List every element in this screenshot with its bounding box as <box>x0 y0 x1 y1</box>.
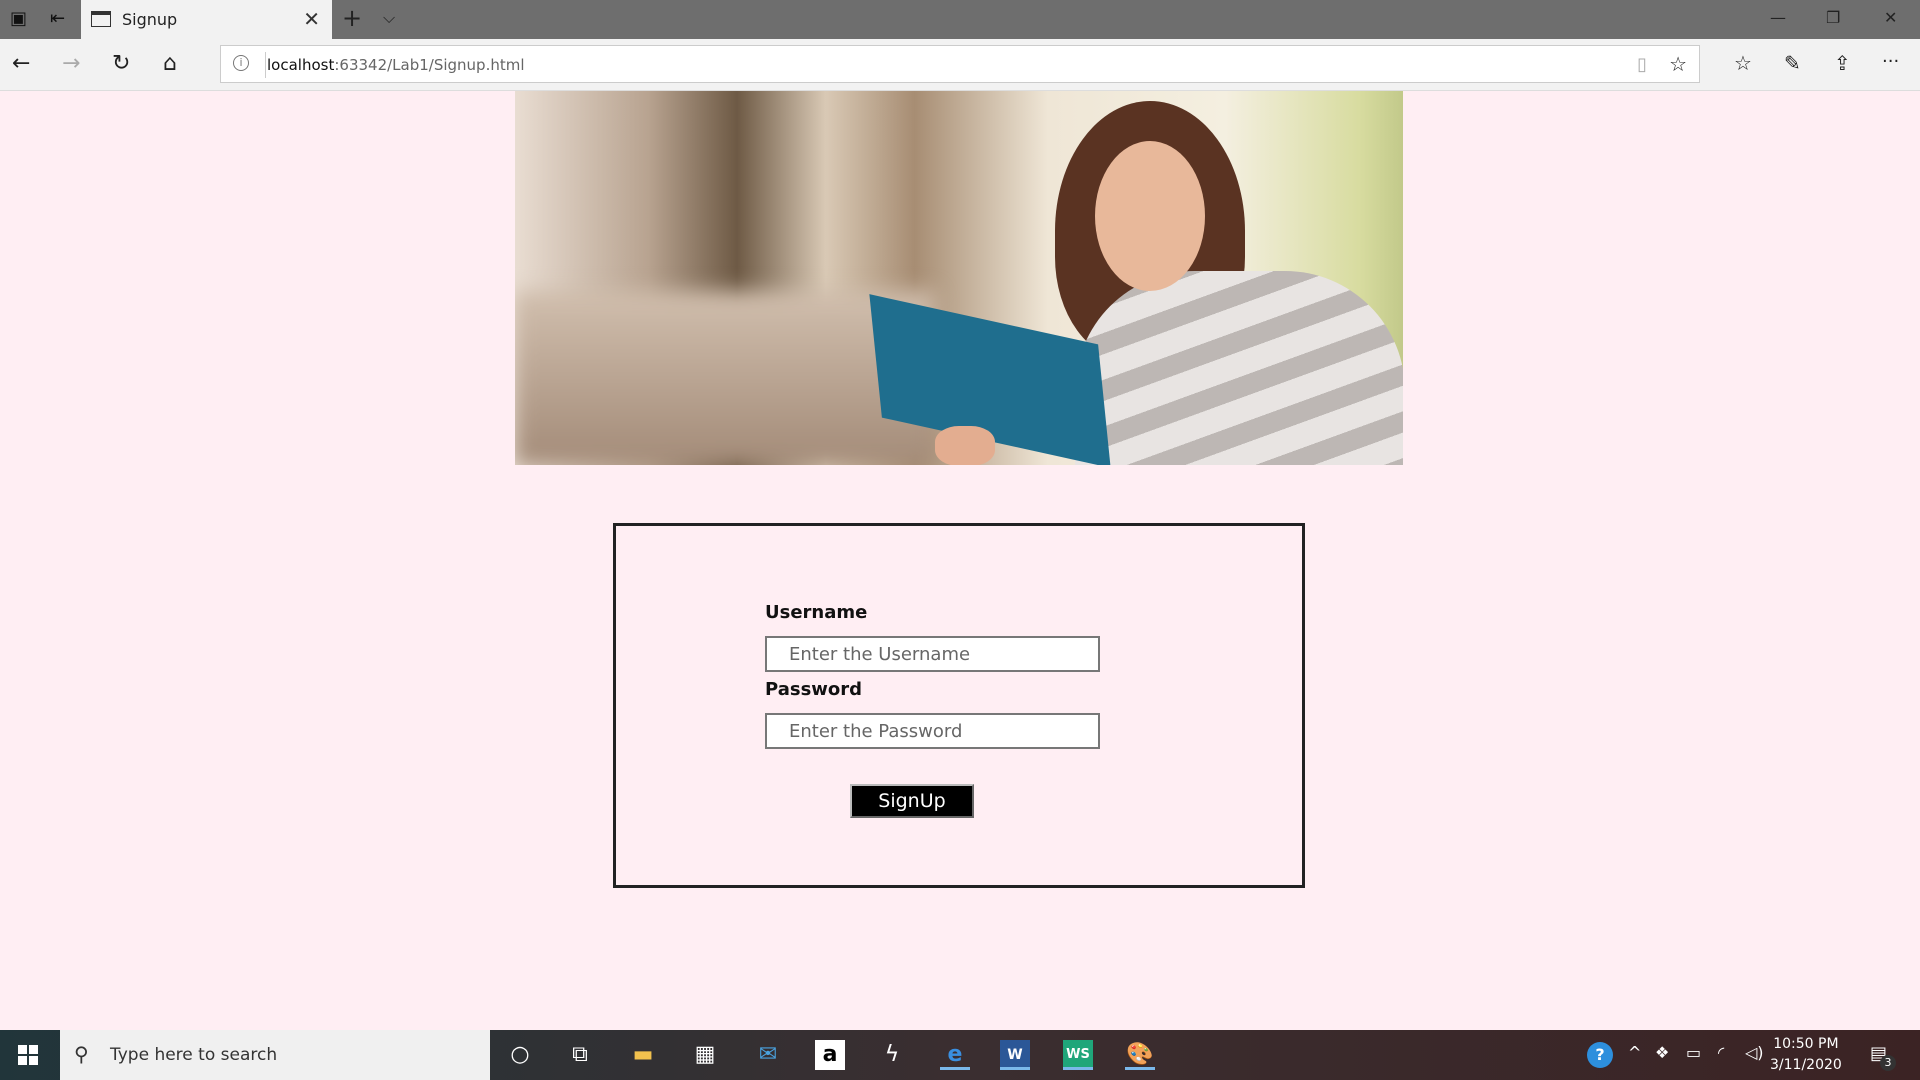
chevron-down-icon[interactable]: ⌵ <box>383 8 395 28</box>
reading-view-icon[interactable]: ▯ <box>1637 54 1647 75</box>
username-input[interactable] <box>765 636 1100 672</box>
info-icon[interactable]: i <box>233 55 249 71</box>
clock[interactable]: 10:50 PM 3/11/2020 <box>1770 1034 1842 1076</box>
more-icon[interactable]: ··· <box>1882 51 1899 72</box>
volume-icon[interactable]: ◁) <box>1745 1043 1764 1062</box>
word-icon[interactable]: W <box>1000 1040 1030 1070</box>
minimize-icon[interactable]: — <box>1770 8 1786 27</box>
photo-sweater <box>1075 271 1403 465</box>
dropbox-icon[interactable]: ❖ <box>1655 1043 1669 1062</box>
signup-button[interactable]: SignUp <box>850 784 974 818</box>
notification-count: 3 <box>1880 1055 1896 1071</box>
cortana-icon[interactable]: ○ <box>505 1040 535 1070</box>
tab-preview-icon[interactable]: ⇤ <box>50 8 65 29</box>
file-explorer-icon[interactable]: ▬ <box>628 1040 658 1070</box>
back-icon[interactable]: ← <box>12 51 30 76</box>
edge-icon[interactable]: e <box>940 1040 970 1070</box>
browser-toolbar: ← → ↻ ⌂ i localhost:63342/Lab1/Signup.ht… <box>0 39 1920 91</box>
photo-face <box>1095 141 1205 291</box>
close-tab-icon[interactable]: ✕ <box>303 7 320 31</box>
divider <box>265 52 266 78</box>
search-placeholder: Type here to search <box>110 1045 278 1065</box>
password-input[interactable] <box>765 713 1100 749</box>
signup-form: Username Password SignUp <box>613 523 1305 888</box>
taskbar-search[interactable]: ⚲ Type here to search <box>60 1030 490 1080</box>
store-icon[interactable]: ▦ <box>690 1040 720 1070</box>
windows-start-icon[interactable] <box>18 1045 38 1065</box>
webstorm-icon[interactable]: WS <box>1063 1040 1093 1070</box>
forward-icon[interactable]: → <box>62 51 80 76</box>
url-text: localhost:63342/Lab1/Signup.html <box>267 56 525 74</box>
close-window-icon[interactable]: ✕ <box>1884 8 1897 27</box>
tab-signup[interactable]: Signup ✕ <box>81 0 332 39</box>
home-icon[interactable]: ⌂ <box>163 51 177 76</box>
new-tab-icon[interactable]: + <box>342 4 362 32</box>
amazon-icon[interactable]: a <box>815 1040 845 1070</box>
app-bolt-icon[interactable]: ϟ <box>877 1040 907 1070</box>
time: 10:50 PM <box>1773 1036 1839 1052</box>
tab-title: Signup <box>122 10 178 29</box>
page-icon <box>91 11 111 27</box>
refresh-icon[interactable]: ↻ <box>112 51 130 76</box>
date: 3/11/2020 <box>1770 1057 1842 1073</box>
password-label: Password <box>765 679 863 700</box>
favorites-icon[interactable]: ☆ <box>1734 51 1752 75</box>
paint-icon[interactable]: 🎨 <box>1125 1040 1155 1070</box>
header-photo <box>515 91 1403 465</box>
task-view-icon[interactable]: ⧉ <box>565 1040 595 1070</box>
url-host: localhost <box>267 56 335 74</box>
photo-hand <box>935 426 995 465</box>
taskbar: ⚲ Type here to search ○ ⧉ ▬ ▦ ✉ a ϟ e W … <box>0 1030 1920 1080</box>
search-icon: ⚲ <box>74 1042 89 1066</box>
help-icon[interactable]: ? <box>1587 1042 1613 1068</box>
url-path: :63342/Lab1/Signup.html <box>334 56 525 74</box>
battery-icon[interactable]: ▭ <box>1686 1043 1701 1062</box>
share-icon[interactable]: ⇪ <box>1834 51 1851 75</box>
favorite-star-icon[interactable]: ☆ <box>1669 52 1687 76</box>
chevron-up-icon[interactable]: ^ <box>1628 1043 1641 1062</box>
wifi-icon[interactable]: ◜ <box>1718 1043 1724 1062</box>
pen-icon[interactable]: ✎ <box>1784 51 1801 75</box>
browser-tab-bar: ▣ ⇤ Signup ✕ + ⌵ — ❐ ✕ <box>0 0 1920 39</box>
username-label: Username <box>765 602 868 623</box>
restore-icon[interactable]: ❐ <box>1826 8 1840 27</box>
mail-icon[interactable]: ✉ <box>753 1040 783 1070</box>
tab-set-aside-icon[interactable]: ▣ <box>10 8 27 29</box>
address-bar[interactable]: i localhost:63342/Lab1/Signup.html ▯ ☆ <box>220 45 1700 83</box>
